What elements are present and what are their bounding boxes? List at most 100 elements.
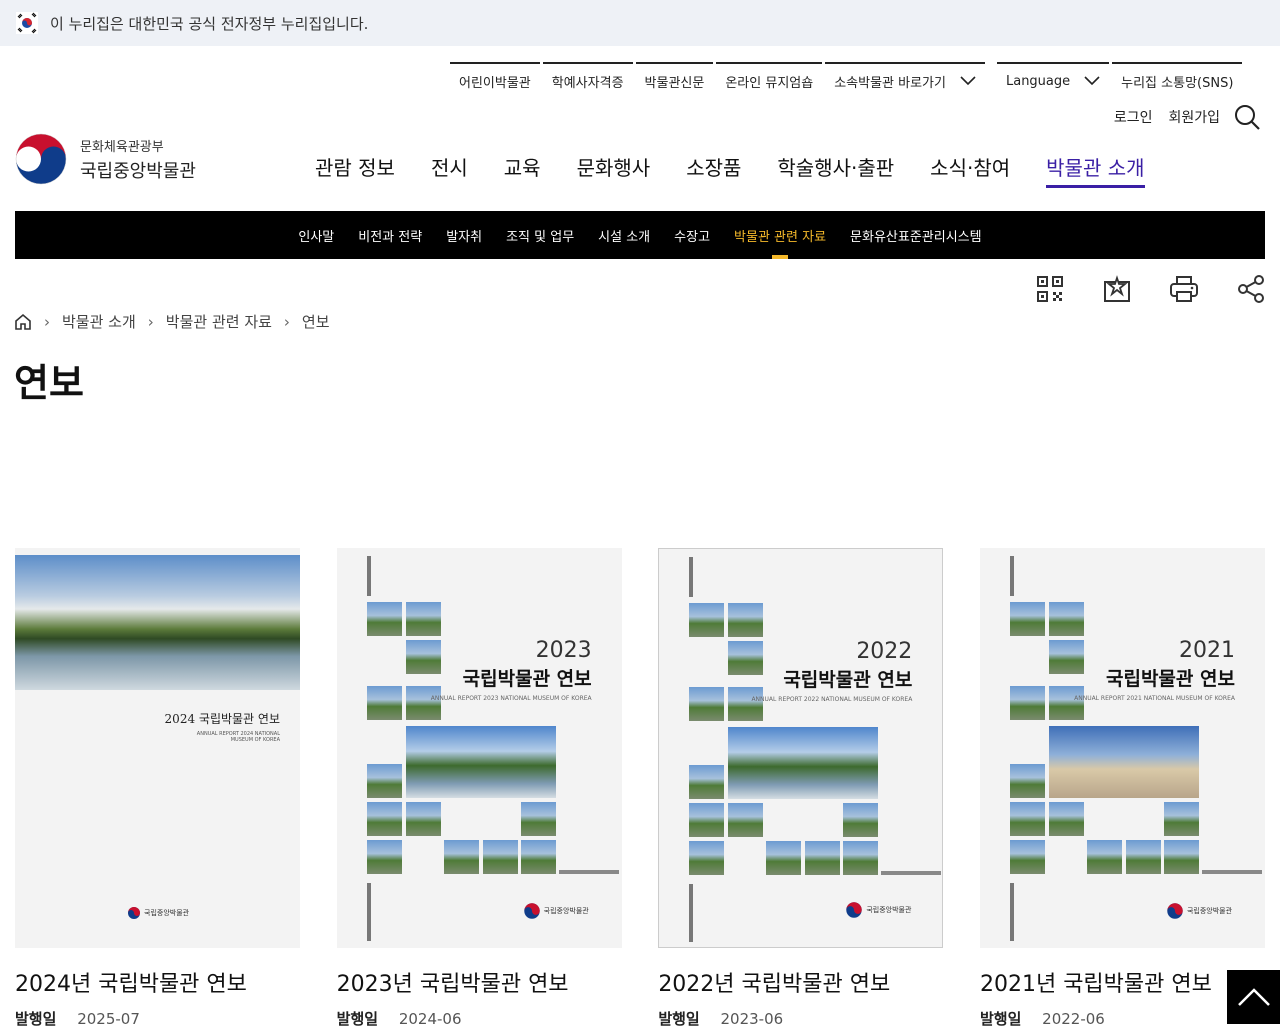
- report-cover-image[interactable]: 2022 국립박물관 연보 ANNUAL REPORT 2022 NATIONA…: [658, 548, 944, 948]
- report-meta: 발행일 2023-06: [658, 1008, 943, 1029]
- subnav-organization[interactable]: 조직 및 업무: [506, 211, 574, 259]
- chevron-right-icon: ›: [44, 312, 50, 331]
- cover-decor: [366, 883, 371, 941]
- util-item-newsletter[interactable]: 박물관신문: [635, 62, 714, 98]
- report-meta: 발행일 2025-07: [15, 1008, 300, 1029]
- main-nav: 관람 정보 전시 교육 문화행사 소장품 학술행사·출판 소식·참여 박물관 소…: [315, 152, 1181, 188]
- cover-tile: [1163, 840, 1199, 874]
- cover-tile: [482, 840, 518, 874]
- cover-tile: [728, 803, 764, 837]
- breadcrumb-item[interactable]: 박물관 관련 자료: [166, 311, 272, 332]
- cover-title: 국립박물관 연보: [1105, 668, 1235, 690]
- cover-decor: [558, 870, 619, 874]
- util-item-affiliated-museums[interactable]: 소속박물관 바로가기: [825, 62, 985, 98]
- cover-subtitle: ANNUAL REPORT 2023 NATIONAL MUSEUM OF KO…: [430, 695, 592, 702]
- cover-year: 2022: [856, 639, 913, 664]
- print-icon[interactable]: [1169, 274, 1199, 304]
- list-item[interactable]: 2021 국립박물관 연보 ANNUAL REPORT 2021 NATIONA…: [979, 548, 1265, 1029]
- taegeuk-logo-icon: [1167, 903, 1183, 919]
- publish-date-label: 발행일: [979, 1010, 1022, 1028]
- cover-tile: [1048, 686, 1084, 720]
- affiliated-museums-label: 소속박물관 바로가기: [834, 75, 946, 91]
- nav-visit-info[interactable]: 관람 정보: [315, 152, 395, 188]
- cover-logo-text: 국립중앙박물관: [1186, 907, 1233, 915]
- home-icon[interactable]: [14, 313, 32, 331]
- share-icon[interactable]: [1236, 274, 1266, 304]
- cover-year: 2023: [535, 638, 592, 663]
- ministry-name: 문화체육관광부: [80, 139, 164, 155]
- breadcrumb-item[interactable]: 박물관 소개: [62, 311, 136, 332]
- gov-banner: 이 누리집은 대한민국 공식 전자정부 누리집입니다.: [0, 0, 1280, 46]
- language-selector[interactable]: Language: [996, 62, 1110, 98]
- report-meta: 발행일 2024-06: [337, 1008, 622, 1029]
- cover-logo: 국립중앙박물관: [523, 902, 589, 920]
- cover-tile: [689, 603, 725, 637]
- nav-news[interactable]: 소식·참여: [930, 152, 1010, 188]
- publish-date: 2022-06: [1042, 1010, 1105, 1028]
- cover-tile: [520, 840, 556, 874]
- nav-collection[interactable]: 소장품: [686, 152, 741, 188]
- cover-photo: [15, 555, 300, 690]
- nav-education[interactable]: 교육: [504, 152, 541, 188]
- nav-exhibition[interactable]: 전시: [431, 152, 468, 188]
- util-item-online-shop[interactable]: 온라인 뮤지엄숍: [716, 62, 823, 98]
- cover-tile: [728, 727, 879, 799]
- cover-year: 2021: [1178, 638, 1235, 663]
- chevron-up-icon: [1237, 988, 1270, 1006]
- subnav-standard-system[interactable]: 문화유산표준관리시스템: [850, 211, 982, 259]
- list-item[interactable]: 2022 국립박물관 연보 ANNUAL REPORT 2022 NATIONA…: [658, 548, 944, 1029]
- cover-tile: [1048, 726, 1199, 798]
- subnav-facilities[interactable]: 시설 소개: [598, 211, 650, 259]
- util-item-sns[interactable]: 누리집 소통망(SNS): [1112, 62, 1243, 98]
- signup-link[interactable]: 회원가입: [1168, 107, 1220, 127]
- subnav-vision[interactable]: 비전과 전략: [358, 211, 422, 259]
- site-logo[interactable]: 문화체육관광부 국립중앙박물관: [14, 132, 196, 186]
- qr-code-icon[interactable]: [1035, 274, 1065, 304]
- util-item-curator-cert[interactable]: 학예사자격증: [542, 62, 633, 98]
- subnav-history[interactable]: 발자취: [446, 211, 482, 259]
- report-cover-image[interactable]: 2024 국립박물관 연보 ANNUAL REPORT 2024 NATIONA…: [15, 548, 300, 948]
- cover-tile: [689, 803, 725, 837]
- report-title[interactable]: 2022년 국립박물관 연보: [658, 966, 943, 998]
- annual-report-list: 2024 국립박물관 연보 ANNUAL REPORT 2024 NATIONA…: [15, 548, 1265, 1029]
- publish-date-label: 발행일: [336, 1010, 379, 1028]
- cover-tile: [366, 764, 402, 798]
- page-title: 연보: [14, 361, 84, 405]
- cover-decor: [881, 871, 942, 875]
- report-cover-image[interactable]: 2023 국립박물관 연보 ANNUAL REPORT 2023 NATIONA…: [336, 548, 622, 948]
- cover-tile: [1086, 840, 1122, 874]
- cover-title: 국립박물관 연보: [783, 669, 913, 691]
- report-cover-image[interactable]: 2021 국립박물관 연보 ANNUAL REPORT 2021 NATIONA…: [979, 548, 1265, 948]
- cover-tile: [1009, 802, 1045, 836]
- cover-logo: 국립중앙박물관: [1166, 902, 1232, 920]
- chevron-down-icon: [1084, 76, 1100, 86]
- list-item[interactable]: 2024 국립박물관 연보 ANNUAL REPORT 2024 NATIONA…: [15, 548, 300, 1029]
- report-title[interactable]: 2021년 국립박물관 연보: [980, 966, 1265, 998]
- nav-cultural-events[interactable]: 문화행사: [577, 152, 651, 188]
- cover-tile: [766, 841, 802, 875]
- list-item[interactable]: 2023 국립박물관 연보 ANNUAL REPORT 2023 NATIONA…: [336, 548, 622, 1029]
- report-title[interactable]: 2024년 국립박물관 연보: [15, 966, 300, 998]
- publish-date-label: 발행일: [15, 1010, 57, 1028]
- nav-about-museum[interactable]: 박물관 소개: [1046, 152, 1145, 188]
- cover-tile: [366, 602, 402, 636]
- bookmark-icon[interactable]: [1102, 274, 1132, 304]
- cover-logo-text: 국립중앙박물관: [543, 907, 589, 915]
- cover-tile: [366, 840, 402, 874]
- taegeuk-logo-icon: [523, 903, 540, 919]
- scroll-top-button[interactable]: [1227, 970, 1280, 1024]
- subnav-museum-materials[interactable]: 박물관 관련 자료: [734, 211, 826, 259]
- gov-banner-text[interactable]: 이 누리집은 대한민국 공식 전자정부 누리집입니다.: [50, 13, 368, 34]
- cover-tile: [689, 765, 725, 799]
- report-title[interactable]: 2023년 국립박물관 연보: [337, 966, 622, 998]
- publish-date: 2023-06: [720, 1010, 784, 1028]
- subnav-storage[interactable]: 수장고: [674, 211, 710, 259]
- login-link[interactable]: 로그인: [1114, 107, 1153, 127]
- util-item-kids-museum[interactable]: 어린이박물관: [450, 62, 540, 98]
- cover-tile: [728, 687, 764, 721]
- search-icon[interactable]: [1234, 104, 1260, 130]
- cover-tile: [405, 602, 441, 636]
- nav-academic[interactable]: 학술행사·출판: [777, 152, 894, 188]
- subnav-greeting[interactable]: 인사말: [298, 211, 334, 259]
- cover-tile: [1009, 840, 1045, 874]
